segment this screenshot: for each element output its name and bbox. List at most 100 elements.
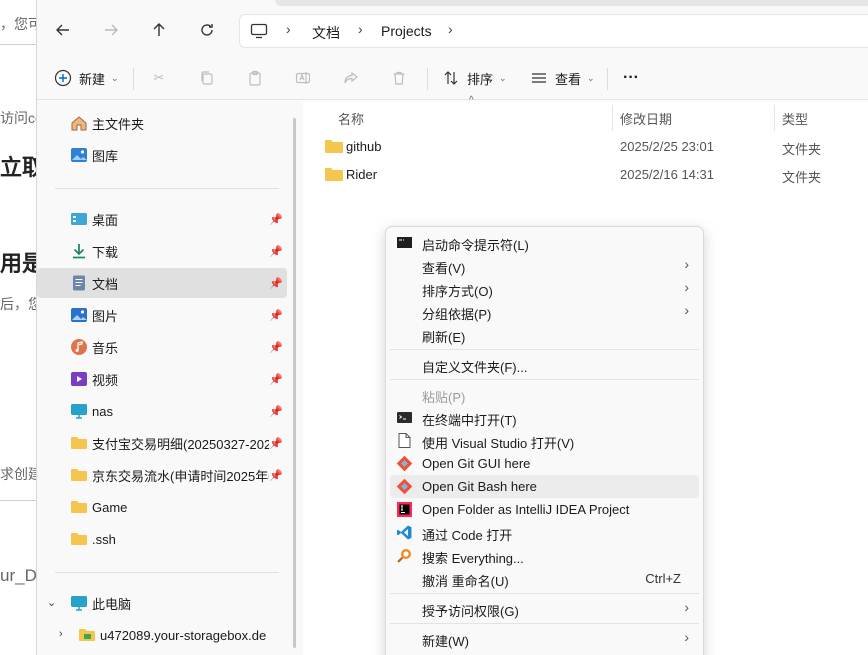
sidebar-item-home[interactable]: 主文件夹	[37, 108, 287, 138]
sidebar-item-music[interactable]: 音乐 📌	[37, 332, 287, 362]
column-header-type[interactable]: 类型	[782, 109, 808, 128]
sidebar-item-label: .ssh	[92, 531, 116, 547]
sidebar-item-label: 京东交易流水(申请时间2025年06	[92, 468, 269, 484]
back-button[interactable]	[47, 14, 79, 46]
folder-icon	[71, 437, 87, 449]
copy-button[interactable]	[197, 64, 217, 92]
pin-icon[interactable]: 📌	[269, 437, 283, 450]
file-modified: 2025/2/25 23:01	[620, 139, 714, 154]
pin-icon[interactable]: 📌	[269, 373, 283, 386]
pin-icon[interactable]: 📌	[269, 309, 283, 322]
menu-shortcut: Ctrl+Z	[645, 571, 681, 586]
menu-item-label: 粘贴(P)	[422, 390, 466, 405]
sidebar-scrollbar[interactable]	[293, 118, 296, 648]
sidebar-item-game[interactable]: Game	[37, 492, 287, 522]
menu-item-refresh[interactable]: 刷新(E)	[390, 323, 699, 346]
cut-button[interactable]: ✂	[149, 64, 169, 92]
sidebar-item-label: 此电脑	[92, 596, 132, 612]
folder-icon	[71, 469, 87, 481]
share-button[interactable]	[341, 64, 361, 92]
paste-button[interactable]	[245, 64, 265, 92]
breadcrumb-projects[interactable]: Projects	[381, 23, 432, 39]
menu-item-paste[interactable]: 粘贴(P)	[390, 383, 699, 406]
bg-text-fragment: ，您可	[0, 16, 38, 32]
forward-button[interactable]	[95, 14, 127, 46]
navigation-pane: 主文件夹 图库 桌面 📌 下载 📌 文档 📌 图片 📌 音乐 📌 视频 📌 na…	[37, 101, 289, 655]
menu-item-open-visual-studio[interactable]: 使用 Visual Studio 打开(V)	[390, 429, 699, 452]
sort-button[interactable]: 排序 ⌄	[441, 64, 507, 92]
sidebar-item-folder[interactable]: 京东交易流水(申请时间2025年06 📌	[37, 460, 287, 490]
pin-icon[interactable]: 📌	[269, 341, 283, 354]
sidebar-item-documents[interactable]: 文档 📌	[37, 268, 287, 298]
bg-text-fragment: 后，您	[0, 296, 38, 312]
git-icon	[396, 455, 413, 472]
sidebar-item-pictures[interactable]: 图片 📌	[37, 300, 287, 330]
column-divider[interactable]	[774, 105, 775, 131]
sidebar-item-videos[interactable]: 视频 📌	[37, 364, 287, 394]
view-button[interactable]: 查看 ⌄	[529, 64, 595, 92]
sidebar-item-folder[interactable]: 支付宝交易明细(20250327-2025( 📌	[37, 428, 287, 458]
rename-button[interactable]	[293, 64, 313, 92]
table-row[interactable]: Rider 2025/2/16 14:31 文件夹	[303, 161, 868, 189]
column-header-name[interactable]: 名称	[338, 109, 364, 128]
address-bar[interactable]: › 文档 › Projects ›	[239, 14, 868, 48]
folder-icon	[71, 501, 87, 513]
chevron-down-icon: ⌄	[111, 72, 119, 83]
tab-strip	[275, 0, 868, 6]
menu-item-customize-folder[interactable]: 自定义文件夹(F)...	[390, 353, 699, 376]
file-name[interactable]: Rider	[346, 167, 377, 182]
computer-icon	[71, 596, 87, 611]
breadcrumb-chevron-icon[interactable]: ›	[448, 21, 453, 37]
up-button[interactable]	[143, 14, 175, 46]
sidebar-item-nas[interactable]: nas 📌	[37, 396, 287, 426]
pin-icon[interactable]: 📌	[269, 245, 283, 258]
menu-item-give-access[interactable]: 授予访问权限(G) ›	[390, 597, 699, 620]
desktop-icon	[71, 213, 87, 225]
sidebar-item-label: 主文件夹	[92, 116, 145, 132]
sidebar-item-this-pc[interactable]: 此电脑	[37, 588, 287, 618]
folder-icon	[71, 533, 87, 545]
pin-icon[interactable]: 📌	[269, 213, 283, 226]
breadcrumb-documents[interactable]: 文档	[312, 23, 340, 43]
menu-item-sort-by[interactable]: 排序方式(O) ›	[390, 277, 699, 300]
sidebar-item-downloads[interactable]: 下载 📌	[37, 236, 287, 266]
scissors-icon: ✂	[153, 70, 165, 85]
menu-item-label: 分组依据(P)	[422, 307, 492, 322]
sidebar-item-storagebox[interactable]: u472089.your-storagebox.de	[37, 620, 287, 650]
folder-icon	[325, 168, 343, 181]
sidebar-item-label: 桌面	[92, 212, 119, 228]
menu-item-intellij[interactable]: Open Folder as IntelliJ IDEA Project	[390, 498, 699, 521]
breadcrumb-chevron-icon[interactable]: ›	[358, 21, 363, 37]
pin-icon[interactable]: 📌	[269, 405, 283, 418]
pin-icon[interactable]: 📌	[269, 277, 283, 290]
file-name[interactable]: github	[346, 139, 381, 154]
sidebar-item-desktop[interactable]: 桌面 📌	[37, 204, 287, 234]
menu-item-search-everything[interactable]: 搜索 Everything...	[390, 544, 699, 567]
sidebar-item-ssh[interactable]: .ssh	[37, 524, 287, 554]
menu-item-new[interactable]: 新建(W) ›	[390, 627, 699, 650]
column-divider[interactable]	[612, 105, 613, 131]
delete-button[interactable]	[389, 64, 409, 92]
more-options-button[interactable]: ···	[623, 64, 639, 92]
new-button[interactable]: 新建 ⌄	[53, 64, 119, 92]
pin-icon[interactable]: 📌	[269, 469, 283, 482]
refresh-button[interactable]	[191, 14, 223, 46]
menu-item-open-with-code[interactable]: 通过 Code 打开	[390, 521, 699, 544]
menu-item-command-prompt[interactable]: 启动命令提示符(L)	[390, 231, 699, 254]
sidebar-item-gallery[interactable]: 图库	[37, 140, 287, 170]
menu-item-view[interactable]: 查看(V) ›	[390, 254, 699, 277]
menu-item-undo-rename[interactable]: 撤消 重命名(U) Ctrl+Z	[390, 567, 699, 590]
bg-divider	[0, 44, 38, 45]
file-type: 文件夹	[782, 170, 822, 185]
folder-icon	[325, 140, 343, 153]
menu-item-open-terminal[interactable]: 在终端中打开(T)	[390, 406, 699, 429]
menu-item-git-bash[interactable]: Open Git Bash here	[390, 475, 699, 498]
menu-item-group-by[interactable]: 分组依据(P) ›	[390, 300, 699, 323]
menu-item-label: 撤消 重命名(U)	[422, 574, 509, 589]
bg-divider	[0, 500, 38, 501]
chevron-right-icon: ›	[684, 279, 689, 295]
menu-item-git-gui[interactable]: Open Git GUI here	[390, 452, 699, 475]
column-header-modified[interactable]: 修改日期	[620, 109, 672, 128]
table-row[interactable]: github 2025/2/25 23:01 文件夹	[303, 133, 868, 161]
breadcrumb-chevron-icon[interactable]: ›	[286, 21, 291, 37]
